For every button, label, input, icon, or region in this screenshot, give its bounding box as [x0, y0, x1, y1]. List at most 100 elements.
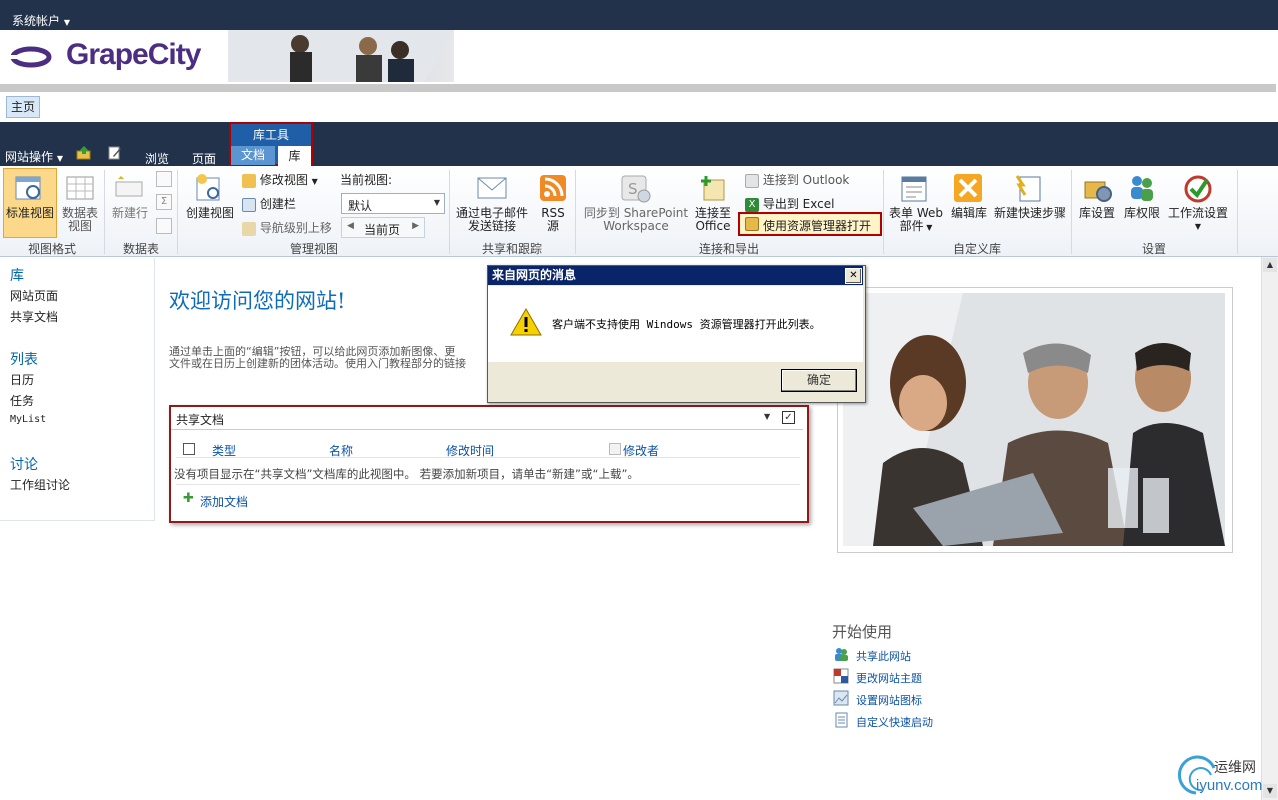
library-permissions-button[interactable]: 库权限: [1121, 207, 1163, 220]
svg-text:S: S: [628, 180, 638, 198]
getting-started-heading: 开始使用: [832, 623, 893, 641]
folder-up-icon: [242, 221, 256, 236]
webpart-title[interactable]: 共享文档: [176, 411, 224, 428]
account-menu[interactable]: 系统帐户 ▼: [12, 12, 70, 29]
group-label-datasheet: 数据表: [122, 242, 159, 256]
scroll-up-icon[interactable]: ▲: [1263, 258, 1277, 272]
nav-item-site-pages[interactable]: 网站页面: [10, 287, 58, 304]
rss-label-2: 源: [546, 219, 559, 233]
nav-item-calendar[interactable]: 日历: [10, 371, 34, 388]
form-web-label-2: 部件: [899, 219, 924, 233]
tab-page[interactable]: 页面: [192, 150, 216, 167]
webpart-select-checkbox[interactable]: ✓: [782, 411, 795, 424]
sharepoint-workspace-icon: S: [621, 175, 651, 203]
tab-library[interactable]: 库: [278, 146, 311, 166]
top-nav-bar: [0, 92, 1276, 123]
form-web-parts-icon: [901, 176, 927, 202]
group-label-share-track: 共享和跟踪: [481, 242, 542, 256]
warning-icon: [510, 308, 542, 336]
nav-item-tasks[interactable]: 任务: [10, 392, 34, 409]
library-settings-button[interactable]: 库设置: [1077, 207, 1117, 220]
group-label-view-format: 视图格式: [27, 242, 76, 256]
welcome-heading: 欢迎访问您的网站!: [169, 289, 346, 313]
excel-icon: X: [745, 197, 759, 212]
dialog-title: 来自网页的消息: [492, 268, 577, 282]
sync-workspace-button[interactable]: 同步到 SharePoint Workspace: [583, 207, 689, 233]
tab-documents[interactable]: 文档: [231, 146, 275, 165]
connect-outlook-label: 连接到 Outlook: [762, 173, 850, 187]
show-totals-icon[interactable]: [156, 171, 172, 187]
next-page-icon[interactable]: ▶: [412, 221, 419, 231]
tab-browse[interactable]: 浏览: [145, 150, 169, 167]
team-photo-image: [843, 293, 1225, 546]
previous-page-icon[interactable]: ◀: [347, 221, 354, 231]
nav-tab-home[interactable]: 主页: [6, 96, 40, 118]
site-actions-label: 网站操作: [5, 150, 54, 164]
header-divider: [0, 84, 1276, 92]
standard-view-icon: [15, 176, 41, 200]
nav-item-mylist[interactable]: MyList: [10, 414, 46, 425]
footer-divider: [176, 484, 800, 485]
group-label-settings: 设置: [1141, 242, 1166, 256]
share-site-icon: [835, 648, 848, 661]
nav-heading-discussions[interactable]: 讨论: [10, 454, 38, 474]
library-permissions-icon: [1131, 176, 1153, 201]
new-quick-step-button[interactable]: 新建快速步骤: [991, 207, 1069, 220]
chevron-down-icon: ▼: [433, 198, 440, 207]
workflow-settings-button[interactable]: 工作流设置 ▼: [1166, 207, 1230, 233]
link-set-site-icon[interactable]: 设置网站图标: [856, 692, 922, 708]
refresh-data-icon[interactable]: [156, 218, 172, 234]
link-change-theme[interactable]: 更改网站主题: [856, 670, 922, 686]
edit-library-button[interactable]: 编辑库: [949, 207, 989, 220]
watermark-title: 运维网: [1214, 760, 1256, 776]
connect-outlook-button[interactable]: 连接到 Outlook: [745, 171, 849, 188]
dialog-message: 客户端不支持使用 Windows 资源管理器打开此列表。: [552, 318, 821, 331]
top-bar: [0, 0, 1278, 30]
nav-heading-lists[interactable]: 列表: [10, 349, 38, 369]
export-excel-label: 导出到 Excel: [762, 197, 835, 211]
select-all-checkbox[interactable]: [183, 443, 195, 455]
workflow-settings-label: 工作流设置: [1167, 206, 1228, 220]
new-row-button[interactable]: 新建行: [108, 207, 152, 220]
sum-icon[interactable]: Σ: [156, 194, 172, 210]
workflow-settings-icon: [1184, 175, 1212, 203]
nav-item-shared-documents[interactable]: 共享文档: [10, 308, 58, 325]
link-customize-quick-launch[interactable]: 自定义快速启动: [856, 714, 933, 730]
edit-library-icon: [954, 174, 982, 202]
page-scrollbar[interactable]: ▲ ▼: [1261, 257, 1278, 800]
empty-list-message: 没有项目显示在“共享文档”文档库的此视图中。 若要添加新项目，请单击“新建”或“…: [174, 467, 639, 481]
new-quick-step-icon: [1015, 175, 1041, 202]
form-web-parts-button[interactable]: 表单 Web 部件 ▼: [887, 207, 945, 234]
grapecity-logo-icon: [10, 46, 52, 68]
create-view-button[interactable]: 创建视图: [184, 207, 236, 220]
datasheet-view-label-2: 视图: [67, 219, 92, 233]
navigate-up-icon[interactable]: [76, 146, 92, 160]
webpart-menu-icon[interactable]: ▼: [764, 412, 770, 421]
header-banner-image: [228, 30, 454, 82]
open-explorer-button[interactable]: 使用资源管理器打开: [738, 212, 882, 236]
ok-button[interactable]: 确定: [781, 369, 857, 392]
chevron-down-icon: ▼: [923, 223, 933, 232]
datasheet-view-button[interactable]: 数据表 视图: [58, 207, 102, 233]
add-document-link[interactable]: 添加文档: [200, 493, 248, 510]
create-column-icon: [242, 197, 256, 212]
add-icon: ✚: [183, 491, 194, 506]
group-label-manage-views: 管理视图: [289, 242, 338, 256]
modify-view-button[interactable]: 修改视图 ▼: [242, 171, 318, 188]
nav-heading-libraries[interactable]: 库: [10, 265, 24, 285]
edit-page-icon[interactable]: [108, 146, 122, 160]
current-view-select[interactable]: 默认 ▼: [341, 193, 445, 214]
email-link-button[interactable]: 通过电子邮件 发送链接: [454, 207, 530, 233]
connect-office-button[interactable]: 连接至 Office: [690, 207, 736, 233]
sync-label-2: Workspace: [603, 219, 669, 233]
create-column-button[interactable]: 创建栏: [242, 195, 296, 212]
nav-item-team-discussion[interactable]: 工作组讨论: [10, 476, 70, 493]
site-actions-menu[interactable]: 网站操作 ▼: [5, 148, 63, 165]
link-share-site[interactable]: 共享此网站: [856, 648, 911, 664]
navigate-up-button[interactable]: 导航级别上移: [242, 219, 332, 236]
dialog-close-button[interactable]: ✕: [845, 268, 862, 284]
rss-feed-button[interactable]: RSS 源: [536, 207, 570, 233]
site-logo[interactable]: GrapeCity: [66, 38, 201, 72]
modified-by-filter-icon: [609, 443, 621, 455]
export-excel-button[interactable]: X 导出到 Excel: [745, 195, 834, 212]
